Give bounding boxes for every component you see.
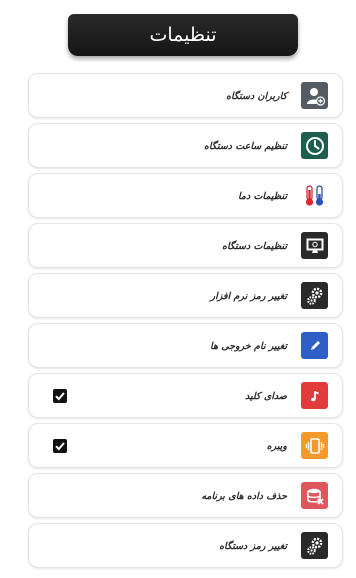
clock-icon (301, 132, 328, 159)
settings-item-device-password[interactable]: تغییر رمز دستگاه (28, 523, 343, 568)
settings-item-label: کاربران دستگاه (226, 91, 287, 102)
settings-item-label: تنظیمات دستگاه (222, 241, 287, 252)
settings-item-temperature[interactable]: تنظیمات دما (28, 173, 343, 218)
settings-item-device-settings[interactable]: تنظیمات دستگاه (28, 223, 343, 268)
settings-list: کاربران دستگاه تنظیم ساعت دستگاه تنظیمات… (28, 73, 343, 573)
settings-item-label: تنظیمات دما (237, 191, 287, 202)
monitor-icon (301, 232, 328, 259)
settings-item-label: تغییر نام خروجی ها (210, 341, 287, 352)
settings-item-label: ویبره (266, 441, 287, 452)
settings-item-device-users[interactable]: کاربران دستگاه (28, 73, 343, 118)
settings-item-label: تغییر رمز نرم افزار (210, 291, 287, 302)
vibrate-icon (301, 432, 328, 459)
music-note-icon (301, 382, 328, 409)
gear-lock-icon (301, 282, 328, 309)
settings-item-label: تغییر رمز دستگاه (219, 541, 287, 552)
settings-item-vibrate[interactable]: ویبره (28, 423, 343, 468)
settings-item-app-password[interactable]: تغییر رمز نرم افزار (28, 273, 343, 318)
database-delete-icon (301, 482, 328, 509)
vibrate-checkbox[interactable] (53, 439, 67, 453)
settings-item-label: حذف داده های برنامه (201, 491, 287, 502)
page-title: تنظیمات (68, 14, 298, 56)
settings-item-label: صدای کلید (245, 391, 287, 402)
settings-item-delete-app-data[interactable]: حذف داده های برنامه (28, 473, 343, 518)
gear-lock-icon (301, 532, 328, 559)
settings-item-device-time[interactable]: تنظیم ساعت دستگاه (28, 123, 343, 168)
settings-item-rename-outputs[interactable]: تغییر نام خروجی ها (28, 323, 343, 368)
pencil-icon (301, 332, 328, 359)
key-sound-checkbox[interactable] (53, 389, 67, 403)
settings-item-label: تنظیم ساعت دستگاه (203, 141, 287, 152)
settings-item-key-sound[interactable]: صدای کلید (28, 373, 343, 418)
user-add-icon (301, 82, 328, 109)
thermometer-icon (301, 182, 328, 209)
